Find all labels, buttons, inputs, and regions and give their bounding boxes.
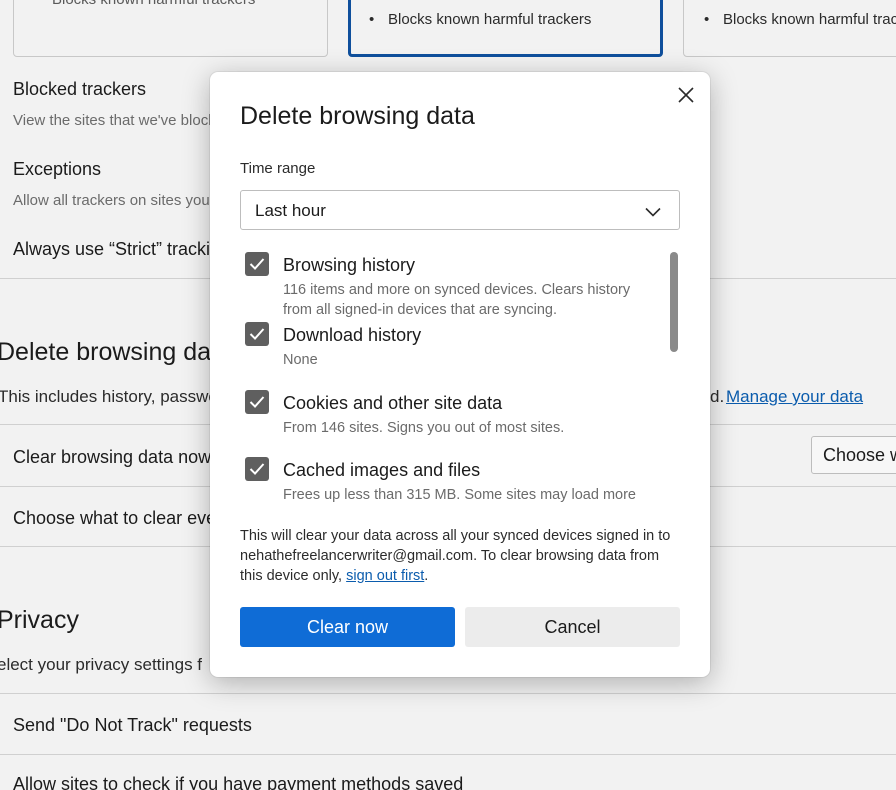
download-history-checkbox[interactable] — [245, 322, 269, 346]
time-range-select[interactable]: Last hour — [240, 190, 680, 230]
option-desc: 116 items and more on synced devices. Cl… — [283, 282, 631, 318]
chevron-down-icon — [645, 204, 661, 222]
cookies-checkbox[interactable] — [245, 390, 269, 414]
option-title: Download history — [283, 325, 422, 345]
dialog-title: Delete browsing data — [240, 102, 475, 130]
data-options-list: Browsing history 116 items and more on s… — [240, 250, 680, 502]
option-title: Cached images and files — [283, 460, 481, 480]
option-title: Browsing history — [283, 255, 416, 275]
option-desc: From 146 sites. Signs you out of most si… — [283, 420, 565, 436]
option-desc: None — [283, 352, 318, 368]
options-scrollbar[interactable] — [670, 252, 678, 352]
cached-images-checkbox[interactable] — [245, 457, 269, 481]
sync-notice-end: . — [424, 568, 429, 584]
clear-now-button[interactable]: Clear now — [240, 607, 455, 647]
option-desc: Frees up less than 315 MB. Some sites ma… — [283, 487, 636, 502]
cancel-button[interactable]: Cancel — [465, 607, 680, 647]
time-range-value: Last hour — [255, 201, 326, 220]
sign-out-link[interactable]: sign out first — [346, 568, 424, 584]
time-range-label: Time range — [240, 160, 316, 177]
option-title: Cookies and other site data — [283, 393, 503, 413]
delete-browsing-data-dialog: Delete browsing data Time range Last hou… — [210, 72, 710, 677]
browsing-history-checkbox[interactable] — [245, 252, 269, 276]
sync-notice-text: This will clear your data across all you… — [240, 528, 671, 584]
close-icon[interactable] — [675, 84, 697, 106]
sync-notice: This will clear your data across all you… — [240, 526, 685, 586]
